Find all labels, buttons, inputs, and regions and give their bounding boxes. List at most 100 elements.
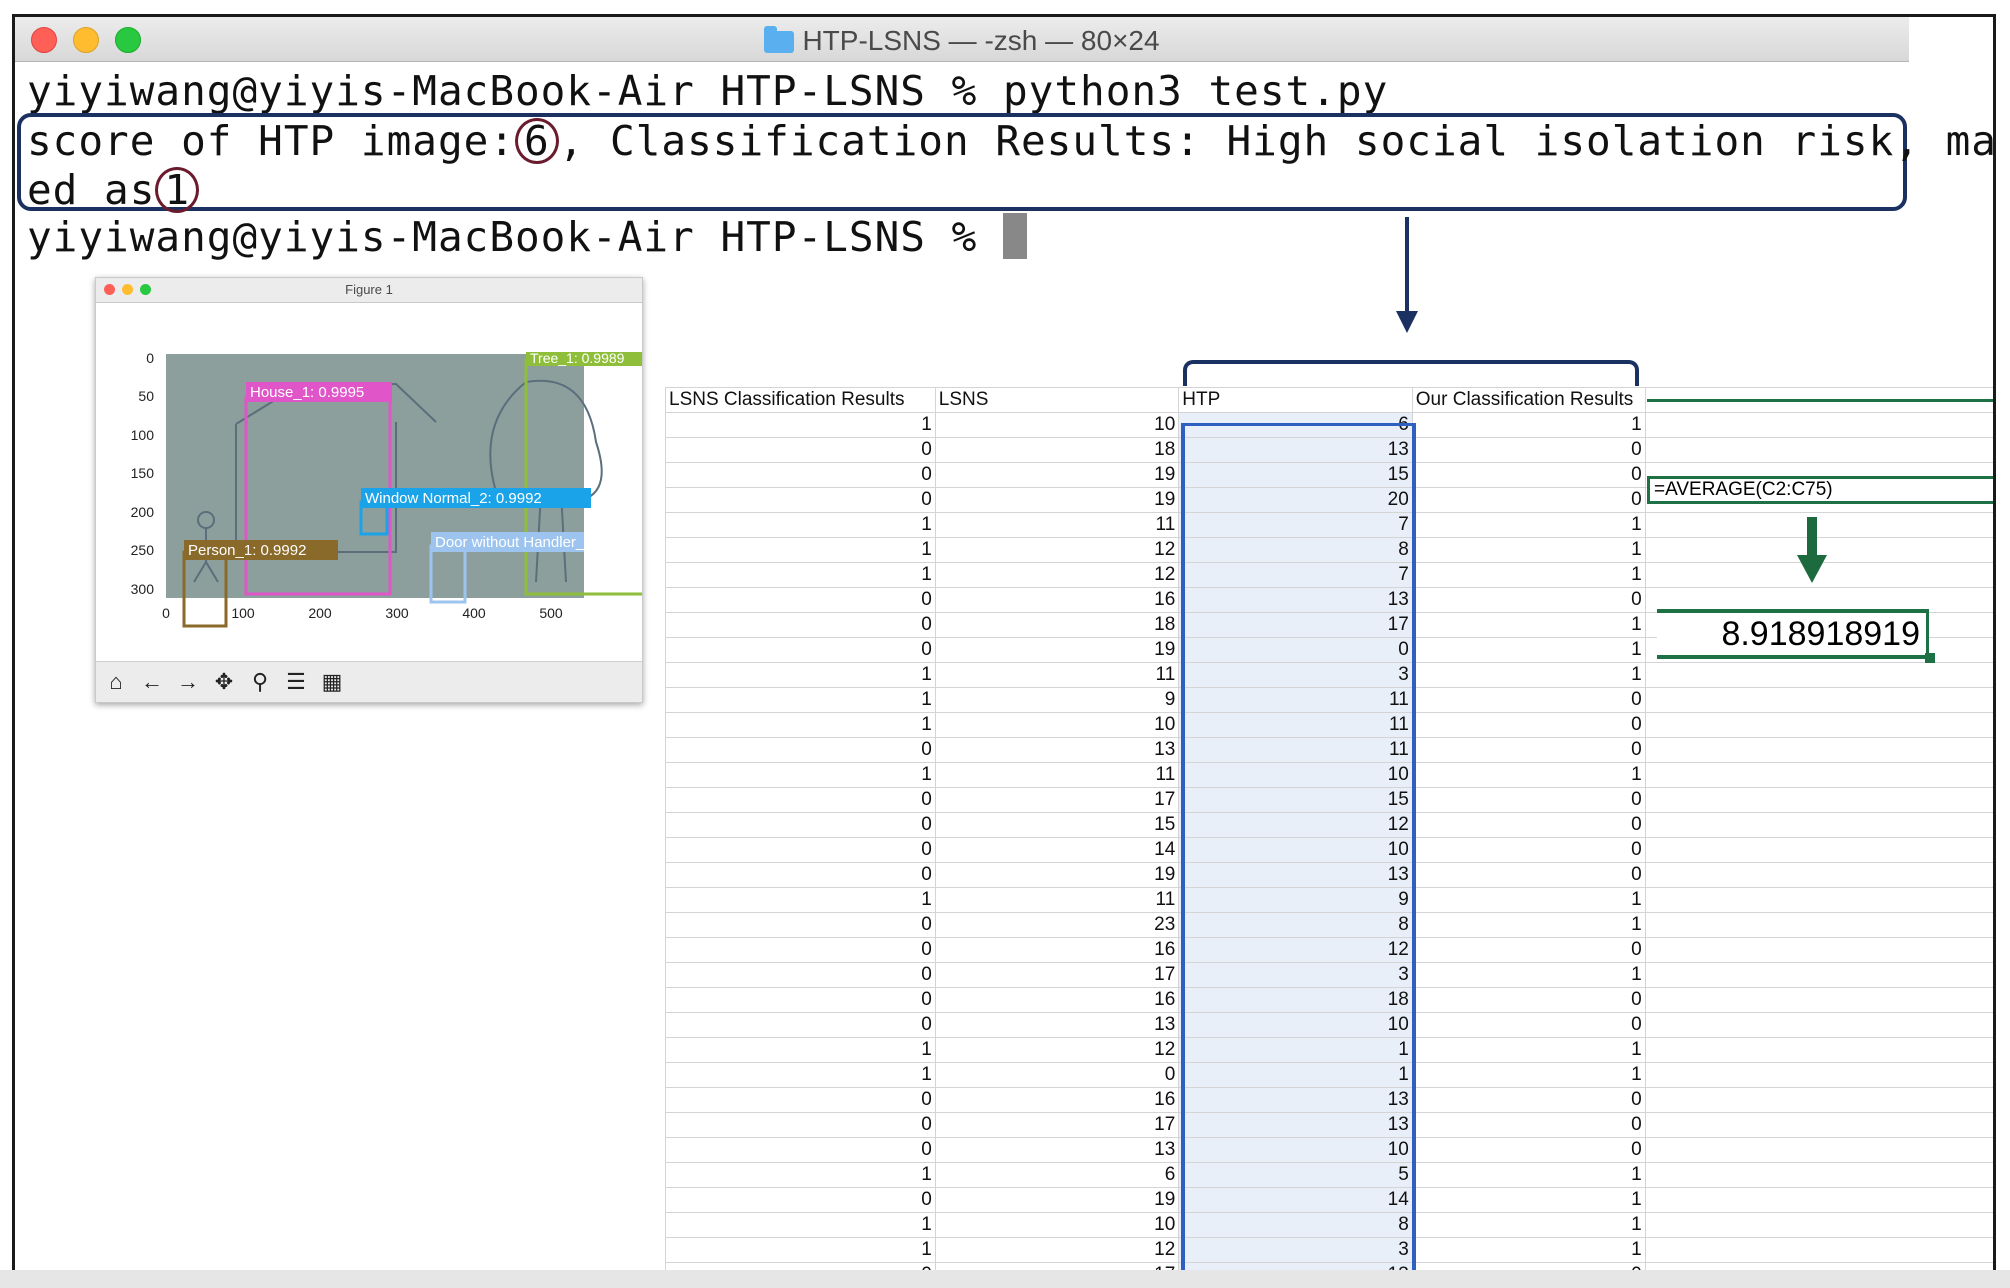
table-cell[interactable]: 1: [665, 1212, 936, 1238]
table-cell[interactable]: 0: [665, 1087, 936, 1113]
formula-cell[interactable]: =AVERAGE(C2:C75): [1647, 476, 1993, 504]
table-cell[interactable]: 1: [1411, 1037, 1646, 1063]
table-cell[interactable]: 0: [665, 837, 936, 863]
table-cell[interactable]: 10: [934, 412, 1180, 438]
table-cell[interactable]: 1: [1411, 637, 1646, 663]
table-cell[interactable]: 15: [1178, 787, 1413, 813]
table-cell[interactable]: 0: [665, 437, 936, 463]
save-icon[interactable]: ▦: [318, 668, 346, 696]
home-icon[interactable]: ⌂: [102, 668, 130, 696]
forward-arrow-icon[interactable]: →: [174, 668, 202, 696]
table-cell[interactable]: 0: [665, 612, 936, 638]
empty-cell[interactable]: [1644, 712, 1993, 738]
table-cell[interactable]: 0: [934, 1062, 1180, 1088]
table-cell[interactable]: 12: [1178, 812, 1413, 838]
column-header[interactable]: Our Classification Results: [1411, 387, 1646, 413]
table-cell[interactable]: 1: [665, 762, 936, 788]
table-cell[interactable]: 0: [665, 787, 936, 813]
column-header[interactable]: LSNS: [934, 387, 1180, 413]
table-cell[interactable]: 14: [934, 837, 1180, 863]
table-cell[interactable]: 9: [934, 687, 1180, 713]
table-cell[interactable]: 0: [665, 1137, 936, 1163]
table-cell[interactable]: 1: [665, 887, 936, 913]
empty-cell[interactable]: [1644, 862, 1993, 888]
empty-cell[interactable]: [1644, 662, 1993, 688]
empty-cell[interactable]: [1644, 987, 1993, 1013]
empty-cell[interactable]: [1644, 1212, 1993, 1238]
table-cell[interactable]: 10: [1178, 1137, 1413, 1163]
table-cell[interactable]: 8: [1178, 1212, 1413, 1238]
table-cell[interactable]: 1: [665, 1237, 936, 1263]
empty-cell[interactable]: [1644, 887, 1993, 913]
fill-handle[interactable]: [1925, 653, 1935, 663]
table-cell[interactable]: 9: [1178, 887, 1413, 913]
table-cell[interactable]: 1: [1411, 537, 1646, 563]
table-cell[interactable]: 0: [1411, 462, 1646, 488]
table-cell[interactable]: 17: [934, 1112, 1180, 1138]
table-cell[interactable]: 0: [1411, 587, 1646, 613]
table-cell[interactable]: 16: [934, 587, 1180, 613]
empty-cell[interactable]: [1644, 687, 1993, 713]
pan-icon[interactable]: ✥: [210, 668, 238, 696]
table-cell[interactable]: 12: [934, 1037, 1180, 1063]
table-cell[interactable]: 5: [1178, 1162, 1413, 1188]
table-cell[interactable]: 1: [1411, 512, 1646, 538]
table-cell[interactable]: 13: [934, 1137, 1180, 1163]
empty-cell[interactable]: [1644, 787, 1993, 813]
table-cell[interactable]: 0: [1411, 987, 1646, 1013]
table-cell[interactable]: 13: [934, 1012, 1180, 1038]
empty-cell[interactable]: [1644, 512, 1993, 538]
table-cell[interactable]: 3: [1178, 662, 1413, 688]
table-cell[interactable]: 13: [1178, 437, 1413, 463]
table-cell[interactable]: 0: [1411, 437, 1646, 463]
table-cell[interactable]: 23: [934, 912, 1180, 938]
table-cell[interactable]: 0: [665, 962, 936, 988]
table-cell[interactable]: 13: [1178, 1087, 1413, 1113]
table-cell[interactable]: 17: [934, 962, 1180, 988]
table-cell[interactable]: 14: [1178, 1187, 1413, 1213]
empty-cell[interactable]: [1644, 1237, 1993, 1263]
table-cell[interactable]: 1: [665, 562, 936, 588]
table-cell[interactable]: 12: [934, 537, 1180, 563]
table-cell[interactable]: 13: [1178, 1112, 1413, 1138]
empty-cell[interactable]: [1644, 1187, 1993, 1213]
table-cell[interactable]: 6: [934, 1162, 1180, 1188]
table-cell[interactable]: 13: [1178, 587, 1413, 613]
table-cell[interactable]: 18: [934, 437, 1180, 463]
table-cell[interactable]: 1: [1411, 1212, 1646, 1238]
empty-cell[interactable]: [1644, 1137, 1993, 1163]
table-cell[interactable]: 19: [934, 862, 1180, 888]
table-cell[interactable]: 10: [1178, 1012, 1413, 1038]
table-cell[interactable]: 0: [665, 587, 936, 613]
table-cell[interactable]: 0: [665, 1187, 936, 1213]
table-cell[interactable]: 10: [1178, 837, 1413, 863]
table-cell[interactable]: 20: [1178, 487, 1413, 513]
table-cell[interactable]: 10: [934, 712, 1180, 738]
table-cell[interactable]: 7: [1178, 562, 1413, 588]
table-cell[interactable]: 0: [665, 487, 936, 513]
table-cell[interactable]: 11: [1178, 712, 1413, 738]
table-cell[interactable]: 16: [934, 987, 1180, 1013]
table-cell[interactable]: 12: [934, 562, 1180, 588]
empty-cell[interactable]: [1644, 812, 1993, 838]
table-cell[interactable]: 1: [1411, 562, 1646, 588]
empty-cell[interactable]: [1644, 837, 1993, 863]
table-cell[interactable]: 0: [1178, 637, 1413, 663]
table-cell[interactable]: 12: [934, 1237, 1180, 1263]
table-cell[interactable]: 17: [934, 787, 1180, 813]
table-cell[interactable]: 3: [1178, 962, 1413, 988]
empty-cell[interactable]: [1644, 912, 1993, 938]
table-cell[interactable]: 0: [1411, 937, 1646, 963]
average-result-cell[interactable]: 8.918918919: [1657, 609, 1929, 659]
table-cell[interactable]: 17: [1178, 612, 1413, 638]
table-cell[interactable]: 1: [1411, 1187, 1646, 1213]
table-cell[interactable]: 8: [1178, 537, 1413, 563]
table-cell[interactable]: 16: [934, 1087, 1180, 1113]
column-header[interactable]: HTP: [1178, 387, 1413, 413]
table-cell[interactable]: 19: [934, 637, 1180, 663]
table-cell[interactable]: 18: [934, 612, 1180, 638]
terminal-prompt-line[interactable]: yiyiwang@yiyis-MacBook-Air HTP-LSNS %: [27, 213, 1027, 261]
empty-cell[interactable]: [1644, 762, 1993, 788]
table-cell[interactable]: 1: [665, 1162, 936, 1188]
empty-cell[interactable]: [1644, 1012, 1993, 1038]
